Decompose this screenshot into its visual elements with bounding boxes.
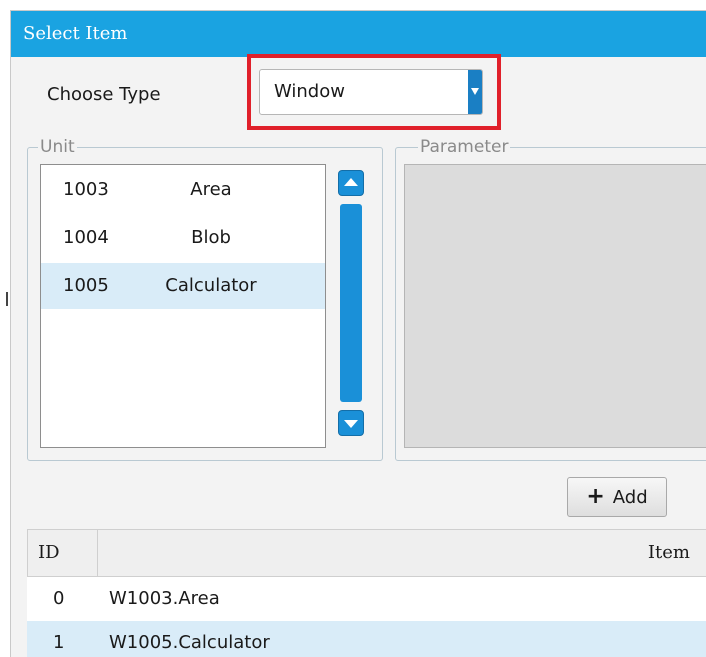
unit-list: 1003 Area 1004 Blob 1005 Calculator: [40, 164, 326, 448]
unit-code: 1003: [63, 179, 109, 200]
scroll-up-icon[interactable]: [338, 170, 364, 196]
unit-list-item-selected[interactable]: 1005 Calculator: [41, 263, 325, 309]
dropdown-highlight-box: [247, 54, 501, 130]
unit-name: Calculator: [165, 275, 257, 296]
choose-type-label: Choose Type: [47, 84, 161, 105]
scrollbar-thumb[interactable]: [340, 204, 362, 402]
row-id: 0: [53, 588, 65, 609]
parameter-legend: Parameter: [418, 136, 511, 158]
row-id: 1: [53, 632, 65, 653]
row-item: W1003.Area: [109, 588, 220, 609]
scroll-down-icon[interactable]: [338, 410, 364, 436]
unit-code: 1005: [63, 275, 109, 296]
table-header: ID Item: [27, 529, 706, 577]
parameter-panel: [404, 164, 706, 448]
item-column-header[interactable]: Item: [648, 530, 690, 576]
row-item: W1005.Calculator: [109, 632, 270, 653]
plus-icon: +: [586, 484, 605, 509]
table-row[interactable]: 0 W1003.Area: [27, 577, 706, 621]
unit-name: Area: [190, 179, 232, 200]
add-button-label: Add: [612, 487, 648, 508]
unit-list-item[interactable]: 1004 Blob: [41, 215, 325, 261]
unit-group: Unit 1003 Area 1004 Blob 1005 Calculator: [27, 136, 383, 461]
unit-name: Blob: [191, 227, 231, 248]
id-column-header[interactable]: ID: [28, 530, 98, 576]
table-row-selected[interactable]: 1 W1005.Calculator: [27, 621, 706, 657]
background-edge: [0, 0, 10, 656]
unit-code: 1004: [63, 227, 109, 248]
unit-list-item[interactable]: 1003 Area: [41, 167, 325, 213]
edge-mark: [6, 292, 8, 306]
dialog-title: Select Item: [11, 11, 706, 57]
add-button[interactable]: + Add: [567, 477, 667, 517]
select-item-dialog: Select Item Choose Type Window Unit 1003…: [10, 10, 706, 657]
parameter-group: Parameter: [395, 136, 706, 461]
unit-legend: Unit: [38, 136, 77, 158]
